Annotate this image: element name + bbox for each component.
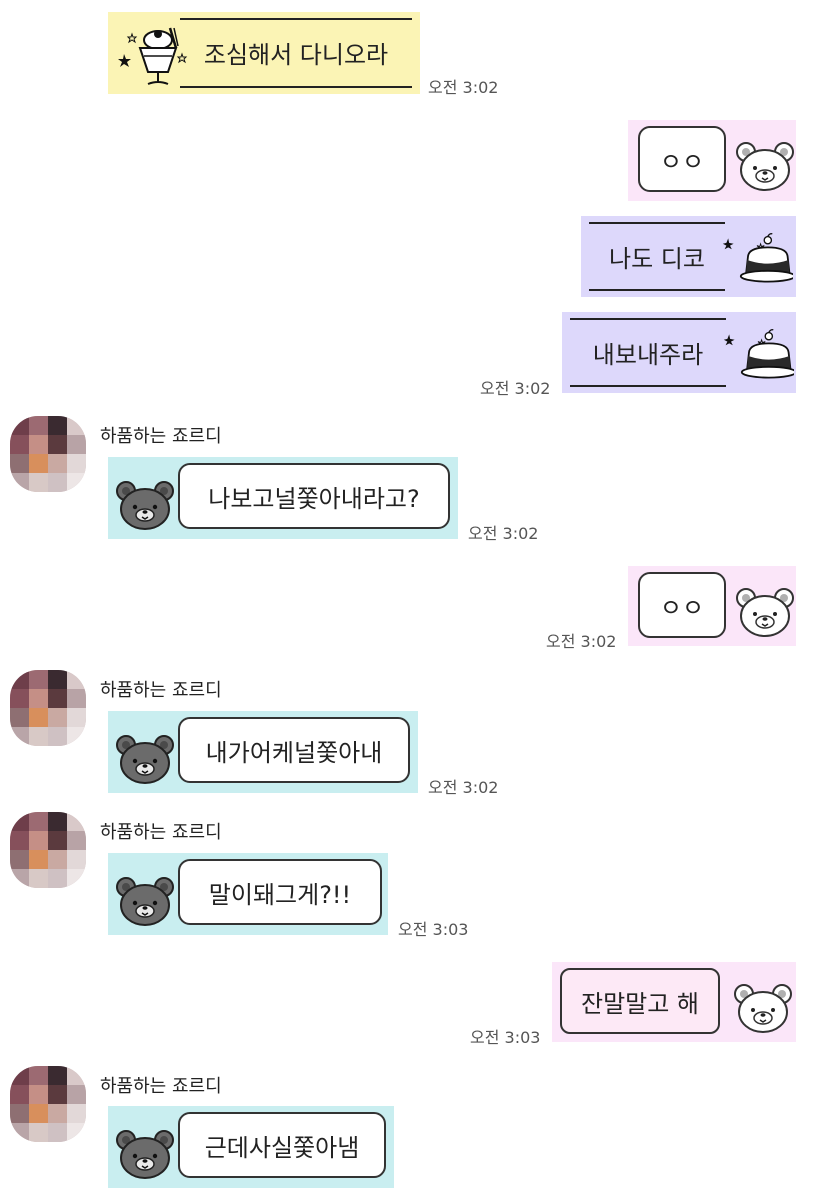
top-rule: [180, 18, 412, 20]
message-sticker-parfait[interactable]: 조심해서 다니오라: [108, 12, 420, 94]
white-bear-icon: [736, 588, 794, 637]
message-text: 조심해서 다니오라: [203, 40, 389, 69]
message-text: 잔말말고 해: [580, 989, 700, 1018]
message-text: 근데사실쫓아냄: [204, 1133, 360, 1162]
message-sticker-white-bear[interactable]: ㅇㅇ: [628, 566, 796, 646]
message-text: 말이돼그게?!!: [208, 880, 352, 909]
gray-bear-icon: [116, 1130, 174, 1179]
pudding-sticker-icon: [721, 232, 793, 283]
message-text: 나보고널쫓아내라고?: [208, 484, 420, 513]
sender-name: 하품하는 죠르디: [100, 1076, 222, 1097]
sender-name: 하품하는 죠르디: [100, 426, 222, 447]
sender-name: 하품하는 죠르디: [100, 822, 222, 843]
speech-bubble: ㅇㅇ: [638, 126, 726, 192]
avatar[interactable]: [10, 1066, 86, 1142]
message-text: ㅇㅇ: [659, 147, 705, 176]
timestamp: 오전 3:03: [470, 1028, 541, 1047]
message-sticker-gray-bear[interactable]: 근데사실쫓아냄: [108, 1106, 394, 1188]
speech-bubble: 내가어케널쫓아내: [178, 717, 410, 783]
speech-bubble: 잔말말고 해: [560, 968, 720, 1034]
white-bear-icon: [736, 142, 794, 191]
pudding-sticker-icon: [722, 328, 794, 379]
message-sticker-gray-bear[interactable]: 내가어케널쫓아내: [108, 711, 418, 793]
message-text: ㅇㅇ: [659, 593, 705, 622]
message-sticker-white-bear[interactable]: ㅇㅇ: [628, 120, 796, 201]
bottom-rule: [570, 385, 726, 387]
gray-bear-icon: [116, 481, 174, 530]
message-text: 내보내주라: [592, 340, 704, 369]
top-rule: [570, 318, 726, 320]
avatar[interactable]: [10, 670, 86, 746]
bottom-rule: [180, 86, 412, 88]
speech-bubble: 말이돼그게?!!: [178, 859, 382, 925]
speech-bubble: ㅇㅇ: [638, 572, 726, 638]
message-sticker-white-bear[interactable]: 잔말말고 해: [552, 962, 796, 1042]
timestamp: 오전 3:02: [546, 632, 617, 651]
timestamp: 오전 3:02: [428, 778, 499, 797]
message-sticker-gray-bear[interactable]: 나보고널쫓아내라고?: [108, 457, 458, 539]
timestamp: 오전 3:02: [480, 379, 551, 398]
speech-bubble: 나보고널쫓아내라고?: [178, 463, 450, 529]
bottom-rule: [589, 289, 725, 291]
timestamp: 오전 3:02: [468, 524, 539, 543]
avatar[interactable]: [10, 416, 86, 492]
gray-bear-icon: [116, 877, 174, 926]
message-text: 내가어케널쫓아내: [205, 738, 383, 767]
timestamp: 오전 3:02: [428, 78, 499, 97]
speech-bubble: 근데사실쫓아냄: [178, 1112, 386, 1178]
message-text: 나도 디코: [609, 244, 705, 273]
message-sticker-pudding[interactable]: 내보내주라: [562, 312, 796, 393]
sender-name: 하품하는 죠르디: [100, 680, 222, 701]
gray-bear-icon: [116, 735, 174, 784]
message-sticker-pudding[interactable]: 나도 디코: [581, 216, 796, 297]
avatar[interactable]: [10, 812, 86, 888]
white-bear-icon: [734, 984, 792, 1033]
message-sticker-gray-bear[interactable]: 말이돼그게?!!: [108, 853, 388, 935]
timestamp: 오전 3:03: [398, 920, 469, 939]
parfait-sticker-icon: [116, 26, 188, 86]
top-rule: [589, 222, 725, 224]
